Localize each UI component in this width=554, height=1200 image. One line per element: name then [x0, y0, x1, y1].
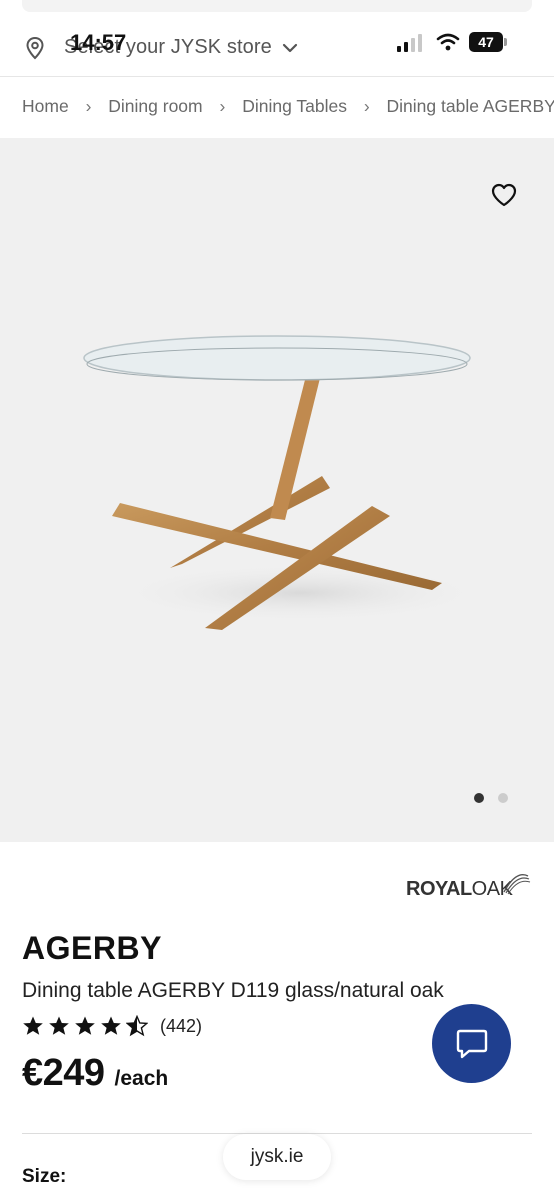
- breadcrumb-dining-room[interactable]: Dining room: [108, 96, 202, 117]
- product-image-gallery[interactable]: [0, 138, 554, 842]
- product-rating[interactable]: (442): [22, 1014, 202, 1038]
- star-full-icon: [49, 1016, 69, 1035]
- gallery-pagination: [474, 790, 522, 808]
- previous-tab-strip: [22, 0, 532, 12]
- cellular-signal-icon: [397, 34, 422, 52]
- chat-bubble-icon: [456, 1029, 487, 1058]
- price-row: €249 /each: [22, 1052, 168, 1095]
- star-full-icon: [75, 1016, 95, 1035]
- breadcrumb-current-product[interactable]: Dining table AGERBY: [387, 96, 554, 117]
- star-rating: [22, 1015, 152, 1037]
- product-description: Dining table AGERBY D119 glass/natural o…: [22, 979, 444, 1002]
- store-selector-bar[interactable]: Select your JYSK store 14:57 47: [0, 24, 554, 72]
- star-half-icon: [126, 1015, 148, 1037]
- chevron-right-icon: ›: [219, 96, 226, 116]
- location-pin-icon: [26, 36, 44, 60]
- chat-button[interactable]: [432, 1004, 511, 1083]
- breadcrumb: Home › Dining room › Dining Tables › Din…: [22, 96, 554, 117]
- gallery-dot[interactable]: [498, 793, 508, 803]
- product-price: €249: [22, 1052, 105, 1094]
- chevron-right-icon: ›: [85, 96, 92, 116]
- gallery-dot-active[interactable]: [474, 793, 484, 803]
- browser-url-pill[interactable]: jysk.ie: [223, 1134, 331, 1180]
- battery-icon: 47: [469, 32, 507, 52]
- product-image-dining-table: [83, 335, 490, 630]
- chevron-down-icon: [282, 43, 298, 53]
- star-full-icon: [101, 1016, 121, 1035]
- chevron-right-icon: ›: [363, 96, 370, 116]
- favorite-heart-icon[interactable]: [490, 182, 518, 208]
- brand-logo-royal-oak: ROYALOAK: [406, 866, 536, 906]
- size-label: Size:: [22, 1166, 67, 1187]
- review-count[interactable]: (442): [160, 1016, 202, 1037]
- status-time: 14:57: [70, 30, 127, 55]
- breadcrumb-dining-tables[interactable]: Dining Tables: [242, 96, 347, 117]
- brand-swoosh-icon: [503, 874, 531, 895]
- product-name: AGERBY: [22, 930, 162, 966]
- breadcrumb-home[interactable]: Home: [22, 96, 69, 117]
- star-full-icon: [23, 1016, 43, 1035]
- wifi-icon: [436, 33, 460, 51]
- price-unit: /each: [114, 1067, 169, 1090]
- header-divider: [0, 76, 554, 77]
- brand-name-part1: ROYAL: [406, 878, 472, 900]
- battery-level: 47: [469, 32, 503, 52]
